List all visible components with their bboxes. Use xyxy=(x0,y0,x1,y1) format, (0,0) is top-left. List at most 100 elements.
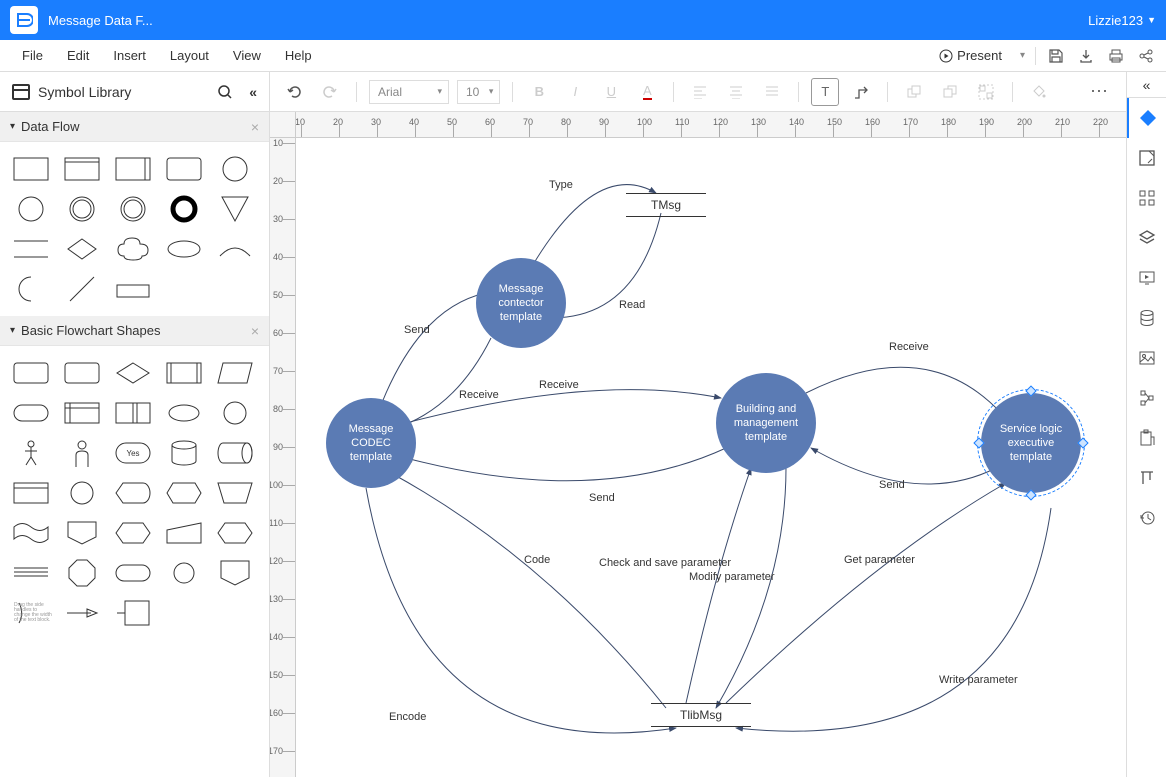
font-size-select[interactable]: 10 xyxy=(457,80,500,104)
shape-circle3[interactable] xyxy=(61,192,103,226)
shape-hexagon[interactable] xyxy=(112,516,154,550)
text-color-button[interactable]: A xyxy=(633,78,661,106)
node-building[interactable]: Building and management template xyxy=(716,373,816,473)
redo-button[interactable] xyxy=(316,78,344,106)
align-left-button[interactable] xyxy=(686,78,714,106)
shape-process2[interactable] xyxy=(61,356,103,390)
back-button[interactable] xyxy=(936,78,964,106)
shape-triangle[interactable] xyxy=(214,192,256,226)
shape-internal[interactable] xyxy=(61,396,103,430)
shape-label[interactable] xyxy=(112,272,154,306)
outline-tool-icon[interactable] xyxy=(1127,378,1166,418)
canvas[interactable]: Message contector template Message CODEC… xyxy=(296,138,1126,777)
shape-octagon[interactable] xyxy=(61,556,103,590)
section-dataflow[interactable]: ▾ Data Flow × xyxy=(0,112,269,142)
present-dropdown[interactable]: ▾ xyxy=(1020,50,1025,61)
selection-handle[interactable] xyxy=(1025,489,1036,500)
shape-manual-input[interactable] xyxy=(163,516,205,550)
shape-decision[interactable] xyxy=(112,356,154,390)
expand-right-icon[interactable]: « xyxy=(1127,72,1166,98)
history-tool-icon[interactable] xyxy=(1127,498,1166,538)
user-menu[interactable]: Lizzie123 ▼ xyxy=(1088,13,1156,28)
section-flowchart[interactable]: ▾ Basic Flowchart Shapes × xyxy=(0,316,269,346)
shape-halfcircle[interactable] xyxy=(10,272,52,306)
shape-rect[interactable] xyxy=(10,152,52,186)
download-icon[interactable] xyxy=(1076,46,1096,66)
shape-circle5[interactable] xyxy=(163,556,205,590)
shape-pill[interactable] xyxy=(112,556,154,590)
shape-display2[interactable] xyxy=(112,476,154,510)
shape-offpage[interactable] xyxy=(61,516,103,550)
shape-connector[interactable] xyxy=(214,396,256,430)
shape-circle4[interactable] xyxy=(112,192,154,226)
shape-terminator[interactable] xyxy=(10,396,52,430)
shape-circle2[interactable] xyxy=(10,192,52,226)
shape-parallel[interactable] xyxy=(10,232,52,266)
italic-button[interactable]: I xyxy=(561,78,589,106)
shape-data[interactable] xyxy=(214,356,256,390)
menu-help[interactable]: Help xyxy=(273,44,324,67)
shape-database[interactable] xyxy=(163,436,205,470)
node-codec[interactable]: Message CODEC template xyxy=(326,398,416,488)
front-button[interactable] xyxy=(900,78,928,106)
bold-button[interactable]: B xyxy=(525,78,553,106)
shape-actor[interactable] xyxy=(10,436,52,470)
shape-loop[interactable] xyxy=(163,476,205,510)
node-tlibmsg[interactable]: TlibMsg xyxy=(651,703,751,727)
app-logo[interactable] xyxy=(10,6,38,34)
connector-tool-button[interactable] xyxy=(847,78,875,106)
node-tmsg[interactable]: TMsg xyxy=(626,193,706,217)
menu-file[interactable]: File xyxy=(10,44,55,67)
node-contector[interactable]: Message contector template xyxy=(476,258,566,348)
shape-ring[interactable] xyxy=(163,192,205,226)
more-tools-button[interactable]: ⋯ xyxy=(1082,81,1116,102)
shape-ellipse[interactable] xyxy=(163,232,205,266)
share-icon[interactable] xyxy=(1136,46,1156,66)
shape-rect4[interactable] xyxy=(163,152,205,186)
shape-line[interactable] xyxy=(61,272,103,306)
font-family-select[interactable]: Arial xyxy=(369,80,449,104)
shape-annotation[interactable]: Drag the sidehandles tochange the widtho… xyxy=(112,596,154,630)
apps-tool-icon[interactable] xyxy=(1127,178,1166,218)
shape-process[interactable] xyxy=(10,356,52,390)
shape-manual-op[interactable] xyxy=(214,476,256,510)
present-button[interactable]: Present xyxy=(931,44,1010,67)
layers-tool-icon[interactable] xyxy=(1127,218,1166,258)
selection-handle[interactable] xyxy=(1077,437,1088,448)
selection-handle[interactable] xyxy=(973,437,984,448)
theme-tool-icon[interactable] xyxy=(1127,98,1166,138)
undo-button[interactable] xyxy=(280,78,308,106)
underline-button[interactable]: U xyxy=(597,78,625,106)
menu-insert[interactable]: Insert xyxy=(101,44,158,67)
shape-disk[interactable] xyxy=(61,476,103,510)
data-tool-icon[interactable] xyxy=(1127,298,1166,338)
shape-cloud[interactable] xyxy=(112,232,154,266)
align-tool-icon[interactable] xyxy=(1127,458,1166,498)
shape-usecase-actor[interactable] xyxy=(61,436,103,470)
shape-rect3[interactable] xyxy=(112,152,154,186)
shape-yes[interactable]: Yes xyxy=(112,436,154,470)
menu-edit[interactable]: Edit xyxy=(55,44,101,67)
save-icon[interactable] xyxy=(1046,46,1066,66)
close-section-icon[interactable]: × xyxy=(251,323,259,339)
shape-internal2[interactable] xyxy=(112,396,154,430)
shape-preparation[interactable] xyxy=(214,516,256,550)
text-tool-button[interactable]: T xyxy=(811,78,839,106)
collapse-sidebar-icon[interactable]: « xyxy=(249,84,257,100)
properties-tool-icon[interactable] xyxy=(1127,138,1166,178)
shape-rect2[interactable] xyxy=(61,152,103,186)
shape-offpage2[interactable] xyxy=(214,556,256,590)
shape-arrow[interactable] xyxy=(61,596,103,630)
shape-ellipse2[interactable] xyxy=(163,396,205,430)
valign-button[interactable] xyxy=(758,78,786,106)
selection-handle[interactable] xyxy=(1025,385,1036,396)
node-service[interactable]: Service logic executive template xyxy=(981,393,1081,493)
group-button[interactable] xyxy=(972,78,1000,106)
menu-layout[interactable]: Layout xyxy=(158,44,221,67)
fill-button[interactable] xyxy=(1025,78,1053,106)
image-tool-icon[interactable] xyxy=(1127,338,1166,378)
document-title[interactable]: Message Data F... xyxy=(48,13,153,28)
page[interactable]: Message contector template Message CODEC… xyxy=(296,138,1126,777)
align-center-button[interactable] xyxy=(722,78,750,106)
shape-card[interactable] xyxy=(10,476,52,510)
